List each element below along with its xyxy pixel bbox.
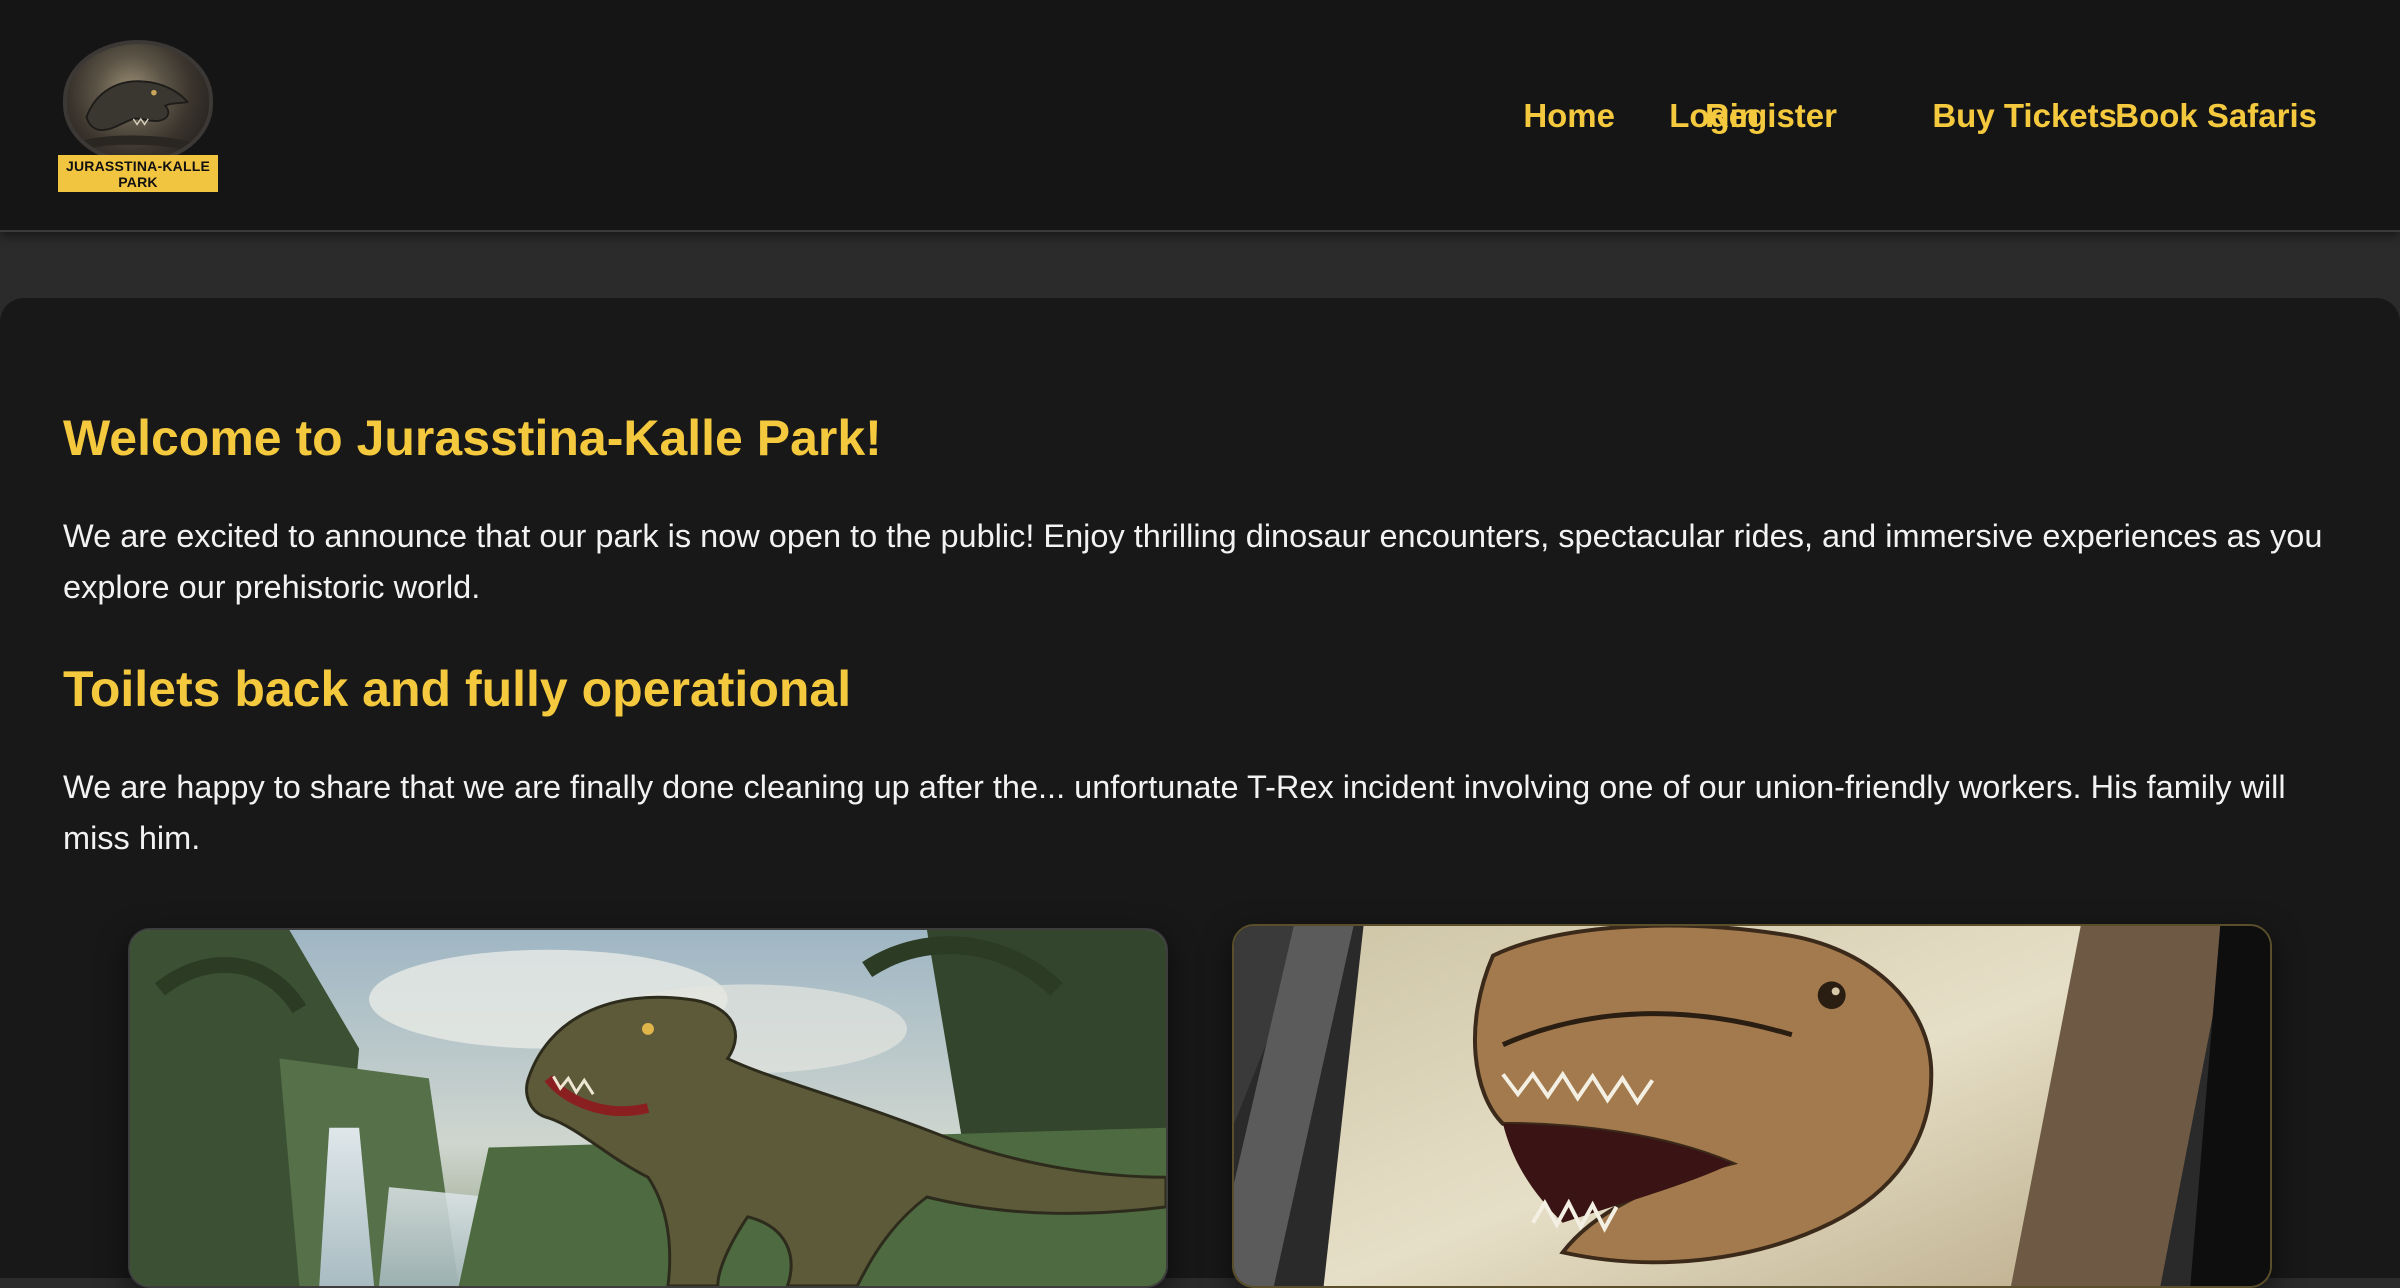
trex-head-sketch-image-icon (1234, 926, 2270, 1286)
nav-buy-tickets-link[interactable]: Buy Tickets (1932, 94, 2117, 138)
nav-login-link[interactable]: Login (1669, 94, 1759, 138)
trex-logo-icon (63, 40, 213, 164)
news-heading: Toilets back and fully operational (63, 661, 852, 717)
welcome-paragraph: We are excited to announce that our park… (63, 518, 2323, 605)
trex-jungle-image (128, 928, 1168, 1288)
nav-home-link[interactable]: Home (1523, 94, 1615, 138)
trex-jungle-waterfall-image-icon (130, 930, 1166, 1286)
top-navbar: JURASSTINA-KALLE PARK Home Register Logi… (0, 0, 2400, 232)
main-content: Welcome to Jurasstina-Kalle Park! We are… (0, 298, 2400, 1288)
park-logo[interactable]: JURASSTINA-KALLE PARK (58, 40, 218, 192)
nav-book-safaris-link[interactable]: Book Safaris (2115, 94, 2317, 138)
welcome-heading: Welcome to Jurasstina-Kalle Park! (63, 410, 882, 466)
logo-label: JURASSTINA-KALLE PARK (58, 155, 218, 192)
news-paragraph: We are happy to share that we are finall… (63, 769, 2286, 856)
trex-sketch-image (1232, 924, 2272, 1288)
